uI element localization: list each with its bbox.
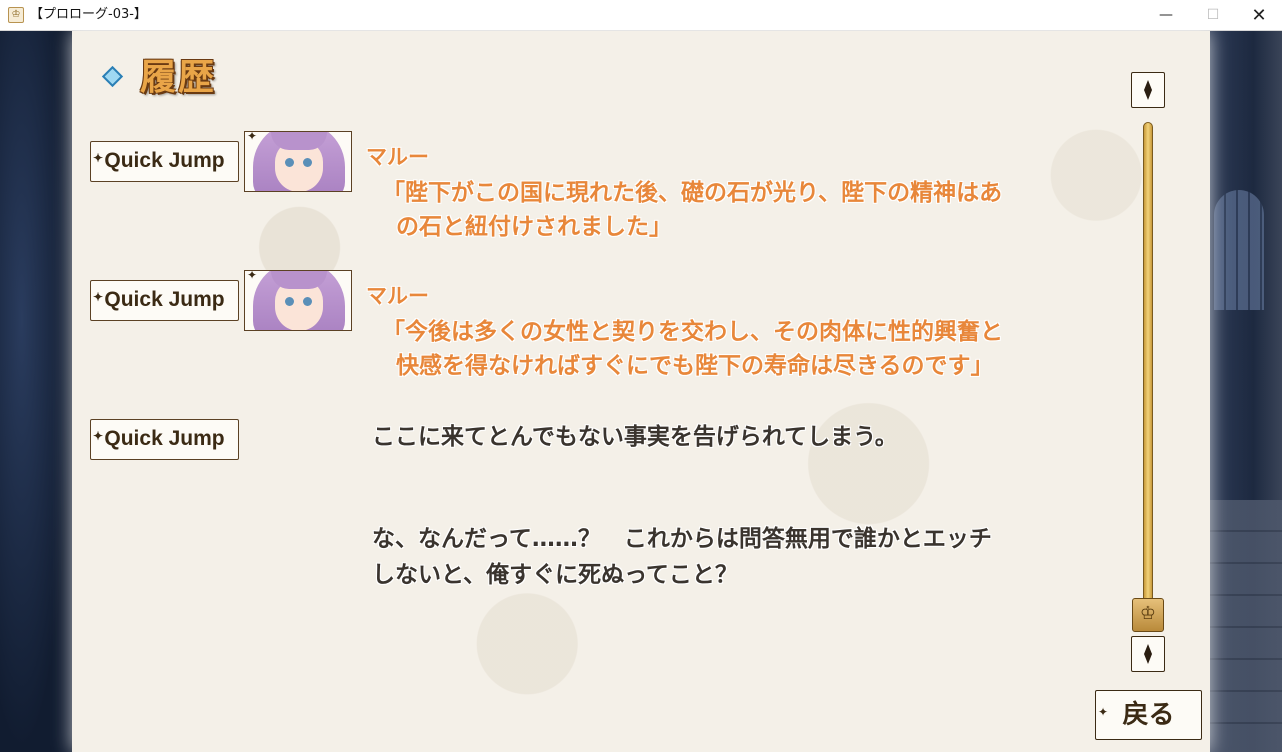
dialogue-line-2b: 快感を得なければすぐにでも陛下の寿命は尽きるのです」 xyxy=(396,353,994,379)
minimize-button[interactable]: — xyxy=(1143,0,1189,31)
app-icon: ♔ xyxy=(8,7,24,23)
crown-icon: ♔ xyxy=(1139,603,1157,624)
face-eye-left xyxy=(285,297,294,306)
back-button[interactable]: 戻る xyxy=(1095,688,1202,740)
window-title: 【プロローグ-03-】 xyxy=(30,7,147,22)
scroll-up-button[interactable] xyxy=(1131,72,1165,108)
maximize-button[interactable]: ☐ xyxy=(1190,0,1236,31)
scrollbar-thumb[interactable]: ♔ xyxy=(1132,598,1164,632)
page-title: 履歴 xyxy=(140,57,217,98)
up-arrow-icon xyxy=(1144,80,1152,100)
narration-line-4a: な、なんだって……？ これからは問答無用で誰かとエッチ xyxy=(372,526,992,552)
speaker-name-2: マルー xyxy=(366,284,429,308)
window-titlebar: ♔ 【プロローグ-03-】 — ☐ ✕ xyxy=(0,0,1282,31)
background-window xyxy=(1214,190,1264,310)
down-arrow-icon xyxy=(1144,644,1152,664)
close-button[interactable]: ✕ xyxy=(1236,0,1282,31)
dialogue-line-1b: の石と紐付けされました」 xyxy=(396,214,672,240)
dialogue-line-2a: 「今後は多くの女性と契りを交わし、その肉体に性的興奮と xyxy=(382,319,1003,345)
background-floor xyxy=(1210,500,1282,752)
quick-jump-button-1[interactable]: Quick Jump xyxy=(90,139,239,182)
quick-jump-button-3[interactable]: Quick Jump xyxy=(90,417,239,460)
quick-jump-button-2[interactable]: Quick Jump xyxy=(90,278,239,321)
backlog-panel xyxy=(72,31,1210,752)
narration-line-3: ここに来てとんでもない事実を告げられてしまう。 xyxy=(372,424,898,450)
scrollbar-track[interactable] xyxy=(1143,122,1153,632)
character-face-icon-1 xyxy=(244,131,352,192)
scroll-down-button[interactable] xyxy=(1131,636,1165,672)
narration-line-4b: しないと、俺すぐに死ぬってこと？ xyxy=(372,562,738,588)
dialogue-line-1a: 「陛下がこの国に現れた後、礎の石が光り、陛下の精神はあ xyxy=(382,180,1003,206)
character-face-icon-2 xyxy=(244,270,352,331)
face-eye-right xyxy=(303,158,312,167)
background-left xyxy=(0,31,72,752)
face-eye-right xyxy=(303,297,312,306)
speaker-name-1: マルー xyxy=(366,145,429,169)
face-eye-left xyxy=(285,158,294,167)
